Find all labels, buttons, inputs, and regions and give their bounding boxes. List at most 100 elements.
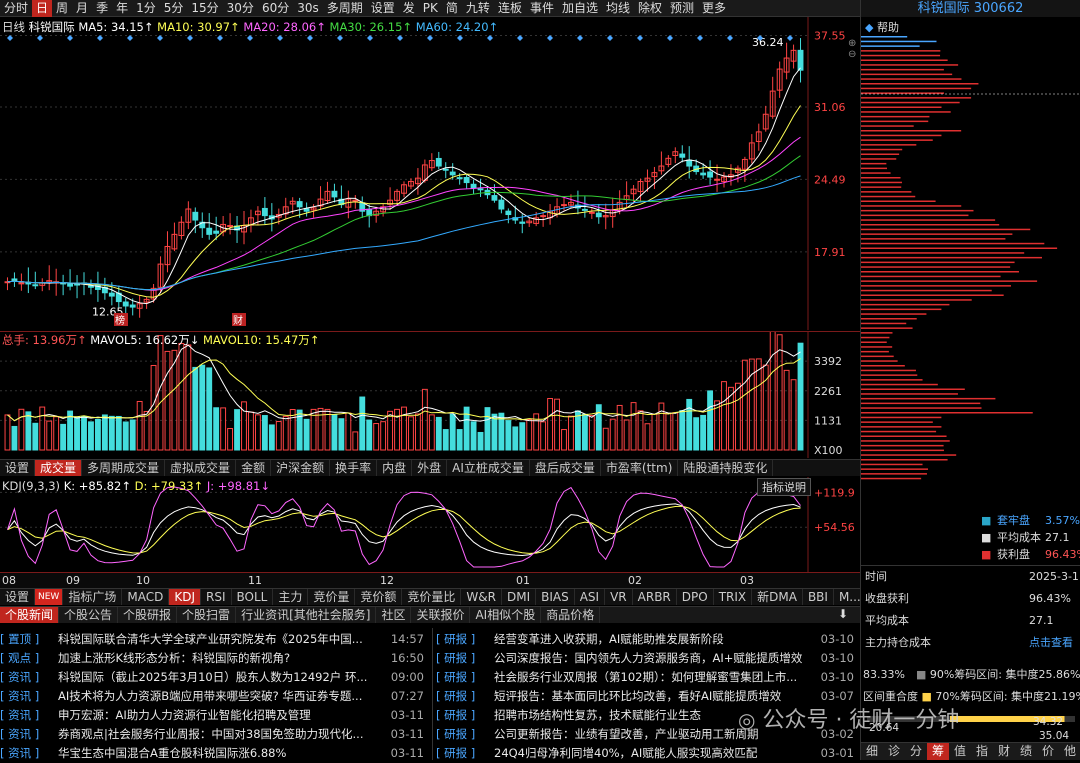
ind-tab-8[interactable]: 竞价量 — [308, 589, 356, 605]
news-tab-8[interactable]: 商品价格 — [541, 607, 601, 623]
toolbar-22[interactable]: 除权 — [634, 0, 666, 17]
news-left-row[interactable]: [ 资讯 ] AI技术将为人力资源B端应用带来哪些突破? 华西证券专题... 07:… — [0, 687, 430, 706]
news-tab-7[interactable]: AI相似个股 — [470, 607, 542, 623]
toolbar-5[interactable]: 年 — [112, 0, 132, 17]
toolbar-23[interactable]: 预测 — [666, 0, 698, 17]
vol-tab-7[interactable]: 内盘 — [377, 460, 413, 476]
toolbar-12[interactable]: 多周期 — [323, 0, 367, 17]
ind-tab-14[interactable]: ASI — [575, 589, 606, 605]
toolbar-16[interactable]: 简 — [442, 0, 462, 17]
vol-tab-2[interactable]: 多周期成交量 — [82, 460, 166, 476]
kline-chart[interactable]: 37.5531.0624.4917.9136.2412.65榜财 — [0, 17, 860, 330]
right-tab-6[interactable]: 财 — [993, 743, 1015, 760]
ind-tab-12[interactable]: DMI — [502, 589, 537, 605]
toolbar-14[interactable]: 发 — [399, 0, 419, 17]
ind-tab-0[interactable]: 设置 — [0, 589, 36, 605]
ind-tab-1[interactable]: NEW — [35, 589, 64, 605]
ind-tab-19[interactable]: 新DMA — [752, 589, 803, 605]
right-tab-4[interactable]: 值 — [949, 743, 971, 760]
vol-tab-0[interactable]: 设置 — [0, 460, 36, 476]
toolbar-6[interactable]: 1分 — [132, 0, 160, 17]
ind-tab-7[interactable]: 主力 — [273, 589, 309, 605]
vol-tab-8[interactable]: 外盘 — [412, 460, 448, 476]
toolbar-13[interactable]: 设置 — [367, 0, 399, 17]
ind-tab-9[interactable]: 竞价额 — [355, 589, 403, 605]
candle — [762, 105, 769, 132]
toolbar-7[interactable]: 5分 — [160, 0, 188, 17]
vol-tab-3[interactable]: 虚拟成交量 — [165, 460, 237, 476]
toolbar-4[interactable]: 季 — [92, 0, 112, 17]
news-right-row[interactable]: [ 研报 ] 公司深度报告：国内领先人力资源服务商，AI+赋能提质增效 03-10 — [436, 649, 860, 668]
toolbar-1[interactable]: 日 — [32, 0, 53, 17]
toolbar-0[interactable]: 分时 — [0, 0, 32, 17]
vol-tab-9[interactable]: AI立桩成交量 — [447, 460, 530, 476]
news-right-row[interactable]: [ 研报 ] 经营变革进入收获期，AI赋能助推发展新阶段 03-10 — [436, 630, 860, 649]
vol-tab-5[interactable]: 沪深金额 — [271, 460, 331, 476]
news-left-row[interactable]: [ 资讯 ] 华宝生态中国混合A重仓股科锐国际涨6.88% 03-11 — [0, 744, 430, 763]
news-tab-3[interactable]: 个股扫雷 — [177, 607, 237, 623]
toolbar-19[interactable]: 事件 — [526, 0, 558, 17]
news-right-row[interactable]: [ 研报 ] 24Q4归母净利同增40%，AI赋能人服实现高效匹配 03-01 — [436, 744, 860, 763]
toolbar-11[interactable]: 30s — [293, 0, 323, 17]
news-tab-0[interactable]: 个股新闻 — [0, 607, 60, 623]
chart-nav[interactable]: ⊕ ⊖ — [848, 38, 856, 60]
news-left-row[interactable]: [ 观点 ] 加速上涨形K线形态分析：科锐国际的新视角? 16:50 — [0, 649, 430, 668]
news-tab-4[interactable]: 行业资讯[其他社会服务] — [236, 607, 377, 623]
right-tab-9[interactable]: 他 — [1059, 743, 1080, 760]
right-tab-5[interactable]: 指 — [971, 743, 993, 760]
toolbar-10[interactable]: 60分 — [258, 0, 293, 17]
ind-tab-13[interactable]: BIAS — [536, 589, 575, 605]
news-tab-6[interactable]: 关联报价 — [411, 607, 471, 623]
right-tab-3[interactable]: 筹 — [927, 743, 949, 760]
volume-chart[interactable]: 3392 2261 1131 X100 — [0, 332, 860, 458]
ind-tab-2[interactable]: 指标广场 — [63, 589, 123, 605]
toolbar-20[interactable]: 加自选 — [558, 0, 602, 17]
news-left-row[interactable]: [ 资讯 ] 申万宏源：AI助力人力资源行业智能化招聘及管理 03-11 — [0, 706, 430, 725]
right-tab-0[interactable]: 细 — [861, 743, 883, 760]
ind-tab-18[interactable]: TRIX — [714, 589, 753, 605]
news-right-row[interactable]: [ 研报 ] 社会服务行业双周报（第102期）：如何理解蜜雪集团上市... 03-1… — [436, 668, 860, 687]
kdj-k: K: +85.82↑ — [63, 479, 131, 493]
right-tab-7[interactable]: 绩 — [1015, 743, 1037, 760]
volume-bar — [157, 335, 164, 451]
vol-tab-10[interactable]: 盘后成交量 — [530, 460, 601, 476]
help-link[interactable]: ◆ 帮助 — [865, 19, 899, 35]
vol-tab-12[interactable]: 陆股通持股变化 — [678, 460, 774, 476]
ind-tab-4[interactable]: KDJ — [169, 589, 201, 605]
toolbar-8[interactable]: 15分 — [187, 0, 222, 17]
ind-tab-20[interactable]: BBI — [803, 589, 834, 605]
ind-tab-3[interactable]: MACD — [122, 589, 170, 605]
ind-tab-11[interactable]: W&R — [461, 589, 502, 605]
toolbar-15[interactable]: PK — [419, 0, 442, 17]
download-icon[interactable]: ⬇ — [838, 607, 848, 621]
news-tab-1[interactable]: 个股公告 — [59, 607, 119, 623]
ind-tab-16[interactable]: ARBR — [633, 589, 677, 605]
toolbar-24[interactable]: 更多 — [698, 0, 730, 17]
toolbar-18[interactable]: 连板 — [494, 0, 526, 17]
news-tab-2[interactable]: 个股研报 — [118, 607, 178, 623]
toolbar-21[interactable]: 均线 — [602, 0, 634, 17]
toolbar-17[interactable]: 九转 — [462, 0, 494, 17]
vol-tab-4[interactable]: 金额 — [236, 460, 272, 476]
ind-tab-15[interactable]: VR — [605, 589, 633, 605]
ind-tab-17[interactable]: DPO — [677, 589, 714, 605]
right-tab-2[interactable]: 分 — [905, 743, 927, 760]
indicator-explain-button[interactable]: 指标说明 — [757, 478, 811, 496]
news-left-row[interactable]: [ 资讯 ] 科锐国际（截止2025年3月10日）股东人数为12492户 环...… — [0, 668, 430, 687]
vol-tab-1[interactable]: 成交量 — [35, 460, 83, 476]
vol-tab-11[interactable]: 市盈率(ttm) — [601, 460, 679, 476]
ind-tab-10[interactable]: 竞价量比 — [402, 589, 462, 605]
news-tab-5[interactable]: 社区 — [376, 607, 412, 623]
right-tab-1[interactable]: 诊 — [883, 743, 905, 760]
chip-stat-row[interactable]: 主力持仓成本 点击查看 — [861, 632, 1080, 654]
stat-value[interactable]: 点击查看 — [1029, 632, 1073, 654]
toolbar-3[interactable]: 月 — [72, 0, 92, 17]
vol-tab-6[interactable]: 换手率 — [330, 460, 378, 476]
toolbar-9[interactable]: 30分 — [223, 0, 258, 17]
right-tab-8[interactable]: 价 — [1037, 743, 1059, 760]
news-left-row[interactable]: [ 置顶 ] 科锐国际联合清华大学全球产业研究院发布《2025年中国... 14:5… — [0, 630, 430, 649]
ind-tab-6[interactable]: BOLL — [232, 589, 274, 605]
ind-tab-5[interactable]: RSI — [201, 589, 232, 605]
news-left-row[interactable]: [ 资讯 ] 券商观点|社会服务行业周报：中国对38国免签助力现代化... 03-1… — [0, 725, 430, 744]
toolbar-2[interactable]: 周 — [52, 0, 72, 17]
